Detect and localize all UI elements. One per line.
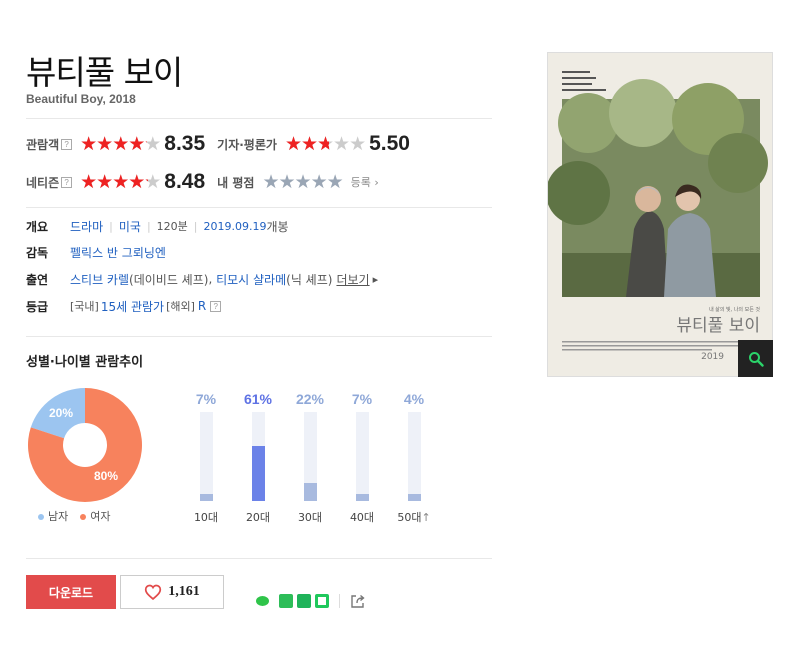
grade-domestic-prefix: [국내]	[70, 300, 99, 313]
gender-legend: 남자 여자	[38, 508, 111, 524]
genre-link[interactable]: 드라마	[70, 218, 103, 235]
age-bar	[408, 494, 421, 501]
cast-separator: ,	[208, 272, 217, 286]
netizen-stars: ★★★★★ ★★★★★	[80, 171, 161, 193]
audience-score: 8.35	[164, 132, 206, 155]
rating-row-1: 관람객 ? ★★★★★ ★★★★★ 8.35 기자·평론가 ★★★★★ ★★★★…	[26, 129, 422, 159]
age-bar-track	[200, 412, 213, 501]
help-icon[interactable]: ?	[210, 300, 222, 312]
age-label: 30대	[297, 511, 323, 524]
like-count: 1,161	[168, 584, 200, 599]
bookmark-share-icon[interactable]	[297, 594, 311, 608]
audience-label: 관람객	[26, 137, 60, 152]
release-date-link[interactable]: 2019.09.19	[204, 220, 267, 233]
netizen-label: 네티즌	[26, 175, 60, 190]
my-rating-stars[interactable]: ★★★★★	[262, 171, 343, 193]
legend-female: 여자	[80, 508, 111, 524]
help-icon[interactable]: ?	[61, 138, 73, 150]
critic-score: 5.50	[369, 132, 410, 155]
my-rating-label: 내 평점	[217, 175, 255, 190]
download-button[interactable]: 다운로드	[26, 575, 116, 609]
audience-stars: ★★★★★ ★★★★★	[80, 133, 161, 155]
heart-icon	[145, 584, 162, 600]
age-pct-label: 22%	[295, 391, 325, 407]
age-bar	[356, 494, 369, 501]
age-label: 50대↑	[397, 511, 431, 524]
age-pct-label: 61%	[243, 391, 273, 407]
separator: |	[193, 219, 198, 233]
register-rating-link[interactable]: 등록 ›	[351, 174, 379, 190]
female-dot-icon	[80, 514, 87, 520]
magnify-button[interactable]	[738, 340, 773, 377]
divider	[339, 594, 340, 608]
age-bar-track	[356, 412, 369, 501]
cast-link-1[interactable]: 스티브 카렐	[70, 271, 129, 288]
line-share-icon[interactable]	[256, 596, 269, 606]
age-bar-track	[252, 412, 265, 501]
rating-row-2: 네티즌 ? ★★★★★ ★★★★★ 8.48 내 평점 ★★★★★ 등록 ›	[26, 167, 379, 197]
director-link[interactable]: 펠릭스 반 그뢰닝엔	[70, 244, 166, 261]
grade-label: 등급	[26, 299, 49, 314]
cast-role-1: (데이비드 셰프)	[129, 272, 209, 287]
cast-link-2[interactable]: 티모시 샬라메	[216, 271, 286, 288]
poster-date: 2019	[701, 352, 724, 362]
separator: |	[109, 219, 113, 233]
search-icon	[748, 351, 764, 367]
help-icon[interactable]: ?	[61, 176, 73, 188]
overview-label: 개요	[26, 219, 49, 234]
chevron-right-icon: ▸	[372, 272, 379, 286]
more-link[interactable]: 더보기	[336, 271, 369, 288]
age-label: 10대	[193, 511, 219, 524]
age-bar-track	[408, 412, 421, 501]
separator: |	[146, 219, 151, 233]
cast-label: 출연	[26, 272, 49, 287]
grade-domestic-link[interactable]: 15세 관람가	[101, 298, 164, 315]
age-label: 20대	[245, 511, 271, 524]
age-pct-label: 4%	[403, 391, 425, 407]
grade-foreign-link[interactable]: R	[198, 299, 206, 313]
gender-donut-chart: 20% 80%	[28, 388, 142, 502]
trend-title: 성별·나이별 관람추이	[26, 355, 144, 370]
poster-title: 뷰티풀 보이	[676, 316, 760, 336]
poster-image: 내 삶의 빛, 나의 모든 것 뷰티풀 보이 2019	[548, 53, 772, 376]
male-pct-label: 20%	[49, 406, 73, 420]
overview-row: 개요 드라마 | 미국 | 120분 | 2019.09.19 개봉	[26, 216, 289, 236]
divider	[26, 558, 492, 559]
arrow-up-icon: ↑	[421, 511, 431, 524]
cast-role-2: (닉 셰프)	[286, 272, 333, 287]
female-pct-label: 80%	[94, 469, 118, 483]
divider	[26, 118, 492, 119]
age-label: 40대	[349, 511, 375, 524]
age-bar	[252, 446, 265, 501]
director-row: 감독 펠릭스 반 그뢰닝엔	[26, 242, 166, 262]
movie-title: 뷰티풀 보이	[26, 53, 183, 92]
age-bar-track	[304, 412, 317, 501]
release-suffix: 개봉	[266, 219, 289, 234]
divider	[26, 336, 492, 337]
grade-foreign-prefix: [해외]	[166, 300, 195, 313]
age-pct-label: 7%	[351, 391, 373, 407]
male-dot-icon	[38, 514, 44, 520]
movie-subtitle: Beautiful Boy, 2018	[26, 92, 136, 106]
runtime: 120분	[156, 220, 188, 233]
share-icon[interactable]	[350, 593, 366, 609]
share-icons	[256, 593, 366, 609]
grade-row: 등급 [국내] 15세 관람가 [해외] R ?	[26, 296, 229, 316]
like-button[interactable]: 1,161	[120, 575, 224, 609]
age-bar	[304, 483, 317, 501]
movie-poster[interactable]: 내 삶의 빛, 나의 모든 것 뷰티풀 보이 2019	[547, 52, 773, 377]
band-share-icon[interactable]	[279, 594, 293, 608]
critic-stars: ★★★★★ ★★★★★	[284, 133, 366, 155]
poster-tagline: 내 삶의 빛, 나의 모든 것	[709, 306, 760, 313]
country-link[interactable]: 미국	[119, 218, 141, 235]
divider	[26, 207, 492, 208]
legend-male: 남자	[38, 508, 68, 524]
netizen-score: 8.48	[164, 170, 206, 193]
age-pct-label: 7%	[195, 391, 217, 407]
critic-label: 기자·평론가	[217, 137, 277, 152]
director-label: 감독	[26, 245, 49, 260]
blog-share-icon[interactable]	[315, 594, 329, 608]
age-bar	[200, 494, 213, 501]
cast-row: 출연 스티브 카렐 (데이비드 셰프) , 티모시 샬라메 (닉 셰프) 더보기…	[26, 269, 378, 289]
